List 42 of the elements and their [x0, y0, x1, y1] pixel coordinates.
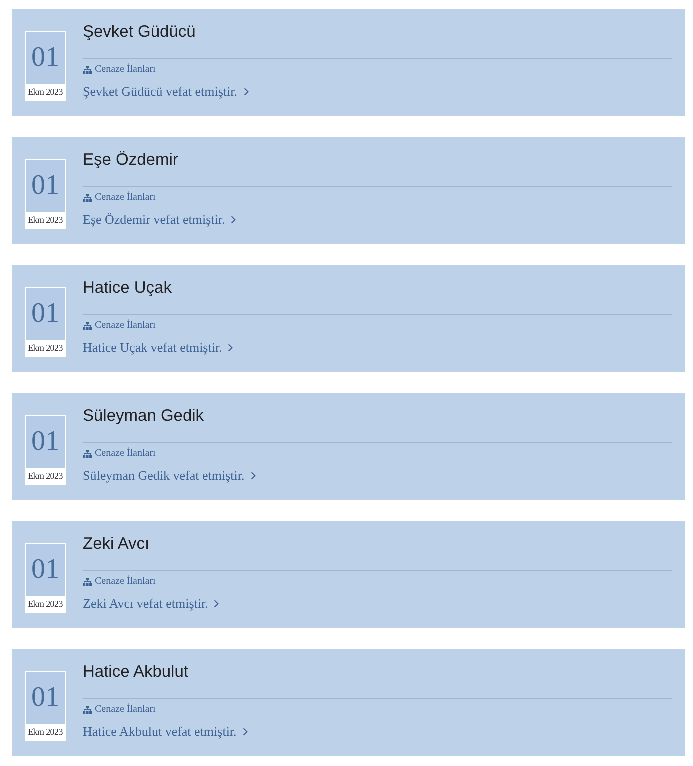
date-day: 01 — [26, 416, 65, 468]
post-title[interactable]: Eşe Özdemir — [83, 149, 178, 171]
chevron-right-icon — [228, 344, 234, 352]
read-more-link[interactable]: Hatice Uçak vefat etmiştir. — [83, 339, 234, 357]
date-day: 01 — [26, 544, 65, 596]
post-title[interactable]: Hatice Akbulut — [83, 661, 188, 683]
read-more-link[interactable]: Zeki Avcı vefat etmiştir. — [83, 595, 220, 613]
category-link[interactable]: Cenaze İlanları — [95, 319, 156, 333]
date-month-year: Ekm 2023 — [27, 598, 64, 611]
read-more-link[interactable]: Hatice Akbulut vefat etmiştir. — [83, 723, 248, 741]
chevron-right-icon — [214, 600, 220, 608]
sitemap-icon — [83, 578, 92, 586]
sitemap-icon — [83, 706, 92, 714]
read-more-link[interactable]: Şevket Güdücü vefat etmiştir. — [83, 83, 249, 101]
sitemap-icon — [83, 450, 92, 458]
read-more-link[interactable]: Eşe Özdemir vefat etmiştir. — [83, 211, 236, 229]
category-link[interactable]: Cenaze İlanları — [95, 63, 156, 77]
post-title[interactable]: Süleyman Gedik — [83, 405, 204, 427]
read-more-link[interactable]: Süleyman Gedik vefat etmiştir. — [83, 467, 256, 485]
chevron-right-icon — [244, 88, 249, 96]
category-link[interactable]: Cenaze İlanları — [95, 191, 156, 205]
chevron-right-icon — [242, 728, 248, 736]
date-month-year: Ekm 2023 — [27, 214, 64, 227]
date-day: 01 — [26, 672, 65, 724]
date-month-year: Ekm 2023 — [27, 342, 64, 355]
date-month-year: Ekm 2023 — [27, 470, 64, 483]
post-title[interactable]: Hatice Uçak — [83, 277, 172, 299]
date-month-year: Ekm 2023 — [27, 726, 64, 739]
date-day: 01 — [26, 288, 65, 340]
sitemap-icon — [83, 322, 92, 330]
sitemap-icon — [83, 66, 92, 74]
date-month-year: Ekm 2023 — [27, 86, 64, 99]
category-link[interactable]: Cenaze İlanları — [95, 575, 156, 589]
post-title[interactable]: Zeki Avcı — [83, 533, 150, 555]
post-title[interactable]: Şevket Güdücü — [83, 21, 196, 43]
category-link[interactable]: Cenaze İlanları — [95, 447, 156, 461]
category-link[interactable]: Cenaze İlanları — [95, 703, 156, 717]
date-day: 01 — [26, 160, 65, 212]
chevron-right-icon — [250, 472, 256, 480]
sitemap-icon — [83, 194, 92, 202]
chevron-right-icon — [231, 216, 236, 224]
date-day: 01 — [26, 32, 65, 84]
